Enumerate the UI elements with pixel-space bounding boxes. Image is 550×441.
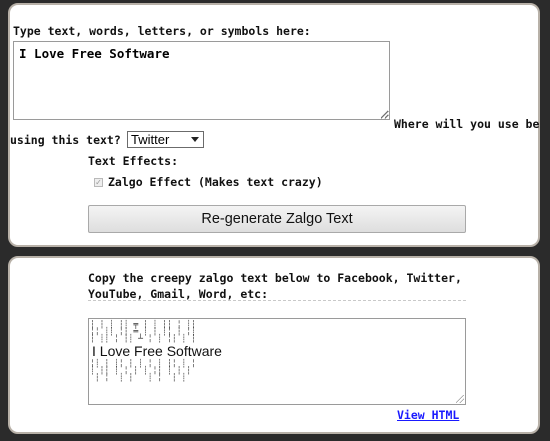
text-input[interactable]: I Love Free Software xyxy=(13,41,390,120)
zalgo-checkbox-label: Zalgo Effect (Makes text crazy) xyxy=(108,175,323,189)
usage-label-part2: using this text? xyxy=(10,133,121,147)
zalgo-checkbox[interactable]: ✓ xyxy=(94,178,103,187)
effects-label: Text Effects: xyxy=(88,154,179,168)
usage-select-value: Twitter xyxy=(131,132,170,147)
resize-grip-icon[interactable] xyxy=(456,395,464,403)
output-panel: Copy the creepy zalgo text below to Face… xyxy=(8,256,540,434)
zalgo-diacritics-top: ┆ ┆ ┊ ┆┊ ╤ ┆ ┊ ┆┆ ╎ ┊┆ ╎╎ ┊┊ ╎┆ ═ ┊ ┆ ┊╎… xyxy=(90,320,196,343)
divider xyxy=(88,300,466,301)
input-label: Type text, words, letters, or symbols he… xyxy=(13,24,311,38)
zalgo-diacritics-bottom: ╎┊ ┆ ┊╎ ┆ ┊ ╎ ┊ ┆╎ ┊ ╎ ┊ ┆┆ ┊ ╎ ┆ ┊ ╎┆ ┊… xyxy=(90,359,196,382)
usage-label-part1: Where will you use be xyxy=(394,117,540,131)
copy-instruction-line1: Copy the creepy zalgo text below to Face… xyxy=(88,271,462,285)
zalgo-output-textarea[interactable]: ┆ ┆ ┊ ┆┊ ╤ ┆ ┊ ┆┆ ╎ ┊┆ ╎╎ ┊┊ ╎┆ ═ ┊ ┆ ┊╎… xyxy=(88,318,466,405)
copy-instruction-line2: YouTube, Gmail, Word, etc: xyxy=(88,287,269,301)
resize-grip-icon[interactable] xyxy=(381,111,389,119)
input-panel: Type text, words, letters, or symbols he… xyxy=(8,3,540,247)
chevron-down-icon xyxy=(191,137,199,142)
regenerate-button[interactable]: Re-generate Zalgo Text xyxy=(88,205,466,233)
view-html-link[interactable]: View HTML xyxy=(397,408,459,422)
usage-select[interactable]: Twitter xyxy=(127,131,204,148)
zalgo-output-text: I Love Free Software xyxy=(92,343,222,359)
